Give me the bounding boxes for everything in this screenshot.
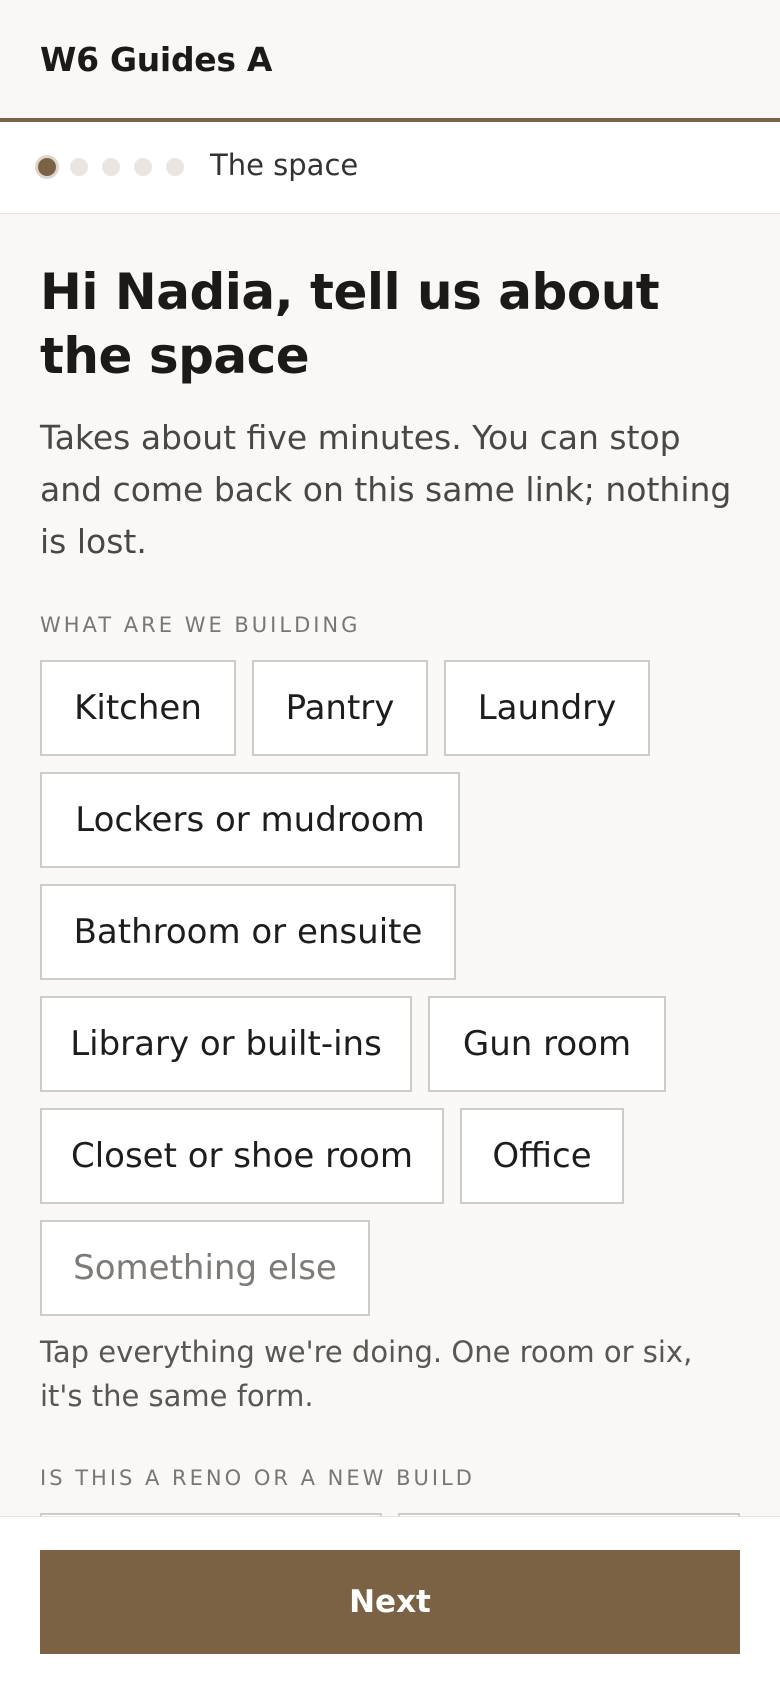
intro-text: Takes about five minutes. You can stop a… xyxy=(40,418,732,561)
option-gun-room[interactable]: Gun room xyxy=(428,996,666,1092)
option-lockers-mudroom[interactable]: Lockers or mudroom xyxy=(40,772,460,868)
building-help-text: Tap everything we're doing. One room or … xyxy=(40,1335,693,1413)
page-title: Hi Nadia, tell us about the space xyxy=(40,263,660,385)
option-something-else[interactable]: Something else xyxy=(40,1220,370,1316)
reno-section-label: IS THIS A RENO OR A NEW BUILD xyxy=(40,1466,475,1490)
option-library-builtins[interactable]: Library or built-ins xyxy=(40,996,412,1092)
form-page: W6 Guides A The space Hi Nadia, tell us … xyxy=(0,0,780,1688)
building-section-label: WHAT ARE WE BUILDING xyxy=(40,613,361,637)
next-button[interactable]: Next xyxy=(40,1550,740,1654)
step-dot-3 xyxy=(102,158,120,176)
option-pantry[interactable]: Pantry xyxy=(252,660,428,756)
option-closet-shoe-room[interactable]: Closet or shoe room xyxy=(40,1108,444,1204)
brand-title: W6 Guides A xyxy=(40,40,273,79)
step-dot-4 xyxy=(134,158,152,176)
top-bar: W6 Guides A xyxy=(0,0,780,122)
option-laundry[interactable]: Laundry xyxy=(444,660,650,756)
option-office[interactable]: Office xyxy=(460,1108,624,1204)
step-dot-2 xyxy=(70,158,88,176)
step-dot-5 xyxy=(166,158,184,176)
option-kitchen[interactable]: Kitchen xyxy=(40,660,236,756)
option-bathroom-ensuite[interactable]: Bathroom or ensuite xyxy=(40,884,456,980)
step-dot-1 xyxy=(38,158,56,176)
step-label: The space xyxy=(210,148,359,182)
